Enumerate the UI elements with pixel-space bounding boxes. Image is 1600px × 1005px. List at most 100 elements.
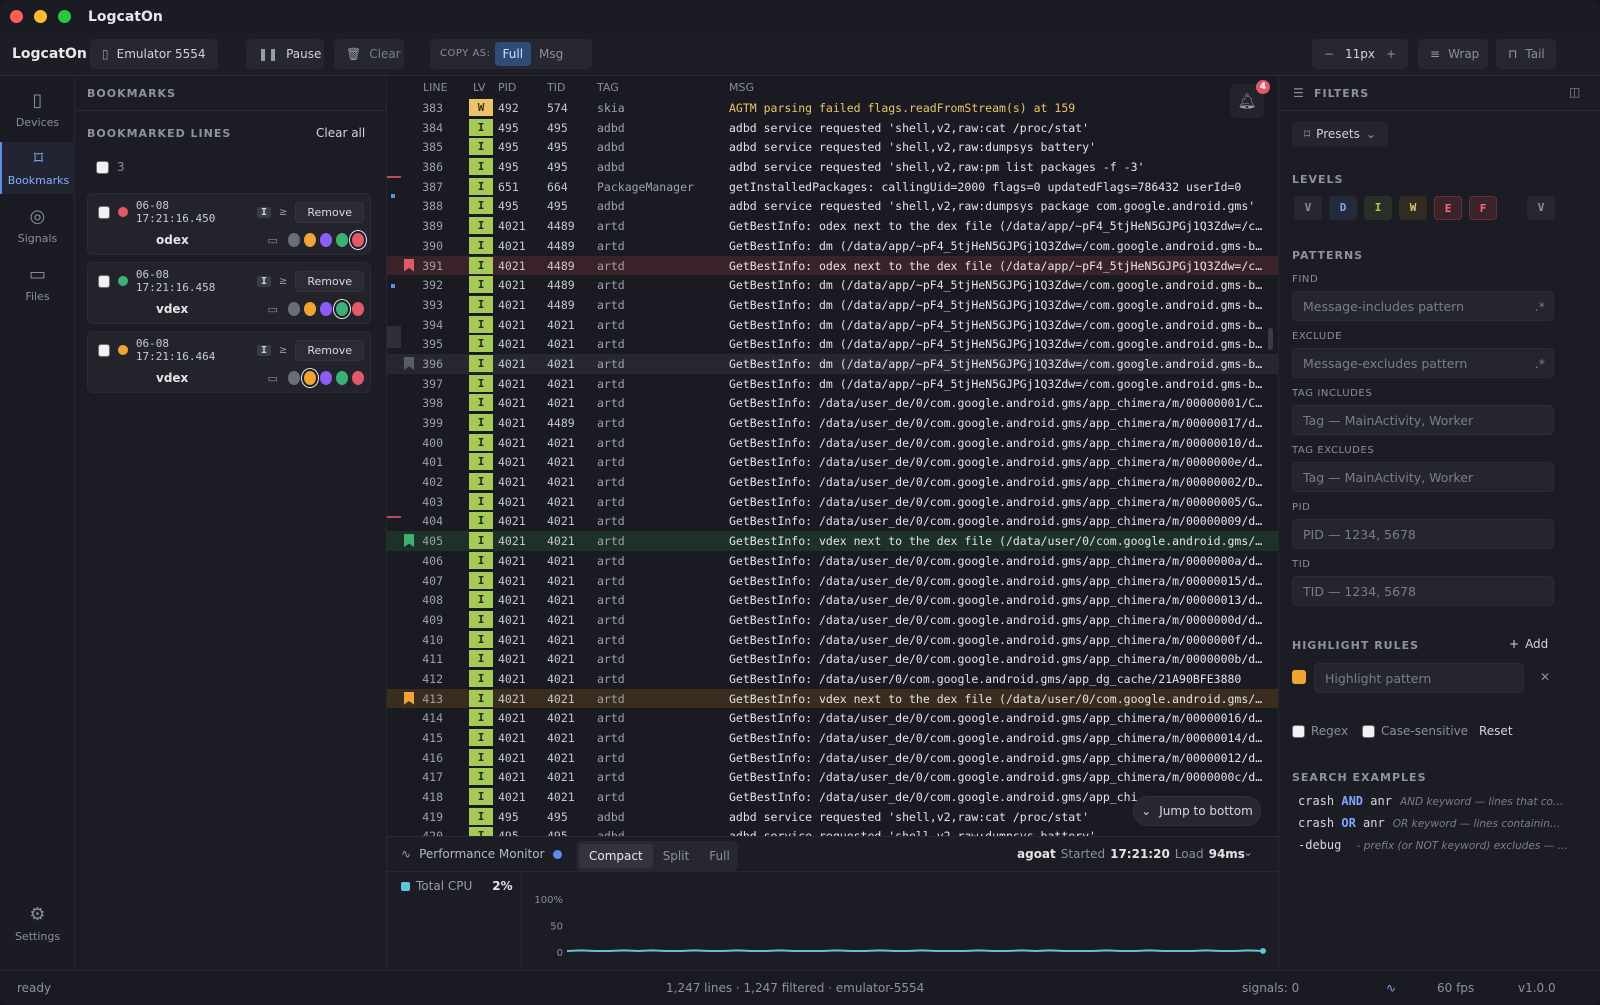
bookmark-card[interactable]: 06-08 17:21:16.450 I ≥ Remove odex ▭: [87, 193, 371, 255]
copy-msg-button[interactable]: Msg: [531, 42, 571, 66]
log-row[interactable]: 402 I 4021 4021 artd GetBestInfo: /data/…: [387, 472, 1278, 492]
close-window-button[interactable]: [10, 10, 23, 23]
remove-bookmark-button[interactable]: Remove: [295, 339, 364, 361]
log-row[interactable]: 417 I 4021 4021 artd GetBestInfo: /data/…: [387, 767, 1278, 787]
mode-split[interactable]: Split: [653, 844, 700, 868]
color-swatch[interactable]: [319, 233, 332, 247]
bookmark-card[interactable]: 06-08 17:21:16.464 I ≥ Remove vdex ▭: [87, 331, 371, 393]
color-swatch[interactable]: [335, 371, 348, 385]
comment-icon[interactable]: ▭: [268, 234, 278, 247]
zoom-window-button[interactable]: [58, 10, 71, 23]
log-row[interactable]: 407 I 4021 4021 artd GetBestInfo: /data/…: [387, 571, 1278, 591]
log-row[interactable]: 401 I 4021 4021 artd GetBestInfo: /data/…: [387, 452, 1278, 472]
verbose-toggle[interactable]: V: [1527, 196, 1555, 220]
highlight-pattern-input[interactable]: Highlight pattern: [1314, 663, 1524, 693]
color-swatch[interactable]: [287, 371, 300, 385]
regex-icon[interactable]: .*: [1535, 299, 1545, 314]
log-row[interactable]: 395 I 4021 4021 artd GetBestInfo: dm (/d…: [387, 334, 1278, 354]
col-msg[interactable]: MSG: [729, 81, 754, 94]
log-row[interactable]: 408 I 4021 4021 artd GetBestInfo: /data/…: [387, 590, 1278, 610]
pause-button[interactable]: ❚❚ Pause: [246, 39, 324, 69]
color-swatch[interactable]: [335, 302, 348, 316]
remove-bookmark-button[interactable]: Remove: [295, 201, 364, 223]
col-tag[interactable]: TAG: [597, 81, 619, 94]
find-input[interactable]: Message-includes pattern .*: [1292, 291, 1554, 321]
log-row[interactable]: 398 I 4021 4021 artd GetBestInfo: /data/…: [387, 393, 1278, 413]
regex-checkbox[interactable]: [1292, 724, 1305, 738]
minimap-viewport[interactable]: [387, 326, 401, 348]
remove-rule-icon[interactable]: ✕: [1540, 670, 1550, 684]
reset-button[interactable]: Reset: [1479, 724, 1513, 738]
col-line[interactable]: LINE: [423, 81, 448, 94]
log-row[interactable]: 409 I 4021 4021 artd GetBestInfo: /data/…: [387, 610, 1278, 630]
log-row[interactable]: 397 I 4021 4021 artd GetBestInfo: dm (/d…: [387, 374, 1278, 394]
rail-item-signals[interactable]: ◎ Signals: [0, 200, 75, 252]
log-row[interactable]: 396 I 4021 4021 artd GetBestInfo: dm (/d…: [387, 353, 1278, 374]
log-row[interactable]: 410 I 4021 4021 artd GetBestInfo: /data/…: [387, 630, 1278, 650]
case-sensitive-checkbox[interactable]: [1362, 724, 1375, 738]
log-row[interactable]: 384 I 495 495 adbd adbd service requeste…: [387, 118, 1278, 138]
remove-bookmark-button[interactable]: Remove: [295, 270, 364, 292]
log-row[interactable]: 391 I 4021 4489 artd GetBestInfo: odex n…: [387, 255, 1278, 276]
color-swatch[interactable]: [303, 233, 316, 247]
log-row[interactable]: 420 I 495 495 adbd adbd service requeste…: [387, 826, 1278, 836]
add-rule-button[interactable]: + Add: [1509, 637, 1548, 651]
comment-icon[interactable]: ▭: [268, 372, 278, 385]
regex-icon[interactable]: .*: [1535, 356, 1545, 371]
comment-icon[interactable]: ▭: [268, 303, 278, 316]
rail-item-devices[interactable]: ▯ Devices: [0, 84, 75, 136]
level-f-toggle[interactable]: F: [1469, 196, 1497, 220]
collapse-panel-icon[interactable]: ◫: [1569, 85, 1580, 99]
level-i-toggle[interactable]: I: [1364, 196, 1392, 220]
log-row[interactable]: 386 I 495 495 adbd adbd service requeste…: [387, 157, 1278, 177]
pid-input[interactable]: PID — 1234, 5678: [1292, 519, 1554, 549]
collapse-chevron-icon[interactable]: ⌄: [1243, 845, 1253, 859]
bookmark-card[interactable]: 06-08 17:21:16.458 I ≥ Remove vdex ▭: [87, 262, 371, 324]
col-pid[interactable]: PID: [498, 81, 516, 94]
log-row[interactable]: 411 I 4021 4021 artd GetBestInfo: /data/…: [387, 649, 1278, 669]
log-row[interactable]: 412 I 4021 4021 artd GetBestInfo: /data/…: [387, 669, 1278, 689]
log-row[interactable]: 399 I 4021 4489 artd GetBestInfo: /data/…: [387, 413, 1278, 433]
level-e-toggle[interactable]: E: [1434, 196, 1462, 220]
level-d-toggle[interactable]: D: [1329, 196, 1357, 220]
select-all-checkbox[interactable]: [96, 160, 109, 174]
device-selector[interactable]: ▯ Emulator 5554: [90, 39, 218, 69]
exclude-input[interactable]: Message-excludes pattern .*: [1292, 348, 1554, 378]
log-row[interactable]: 406 I 4021 4021 artd GetBestInfo: /data/…: [387, 551, 1278, 571]
tid-input[interactable]: TID — 1234, 5678: [1292, 576, 1554, 606]
minimize-window-button[interactable]: [34, 10, 47, 23]
copy-full-button[interactable]: Full: [494, 42, 532, 66]
log-row[interactable]: 404 I 4021 4021 artd GetBestInfo: /data/…: [387, 511, 1278, 531]
tag-includes-input[interactable]: Tag — MainActivity, Worker: [1292, 405, 1554, 435]
rail-item-files[interactable]: ▭ Files: [0, 258, 75, 310]
presets-button[interactable]: ⌑ Presets ⌄: [1292, 121, 1388, 147]
increase-font-button[interactable]: +: [1382, 42, 1400, 66]
clear-all-button[interactable]: Clear all: [316, 126, 365, 140]
log-row[interactable]: 385 I 495 495 adbd adbd service requeste…: [387, 137, 1278, 157]
color-swatch[interactable]: [303, 371, 316, 385]
search-example[interactable]: -debug - prefix (or NOT keyword) exclude…: [1298, 838, 1568, 852]
log-row[interactable]: 389 I 4021 4489 artd GetBestInfo: odex n…: [387, 216, 1278, 236]
bookmark-checkbox[interactable]: [98, 274, 111, 288]
log-row[interactable]: 394 I 4021 4021 artd GetBestInfo: dm (/d…: [387, 315, 1278, 335]
color-swatch[interactable]: [319, 371, 332, 385]
log-scrollbar[interactable]: [1268, 328, 1273, 350]
mode-compact[interactable]: Compact: [579, 844, 653, 868]
color-swatch[interactable]: [303, 302, 316, 316]
tag-excludes-input[interactable]: Tag — MainActivity, Worker: [1292, 462, 1554, 492]
search-example[interactable]: crash AND anr AND keyword — lines that co…: [1298, 794, 1563, 808]
log-row[interactable]: 414 I 4021 4021 artd GetBestInfo: /data/…: [387, 708, 1278, 728]
log-row[interactable]: 383 W 492 574 skia AGTM parsing failed f…: [387, 98, 1278, 118]
log-row[interactable]: 392 I 4021 4489 artd GetBestInfo: dm (/d…: [387, 275, 1278, 295]
log-row[interactable]: 393 I 4021 4489 artd GetBestInfo: dm (/d…: [387, 295, 1278, 315]
color-swatch[interactable]: [352, 302, 365, 316]
log-row[interactable]: 388 I 495 495 adbd adbd service requeste…: [387, 196, 1278, 216]
log-row[interactable]: 415 I 4021 4021 artd GetBestInfo: /data/…: [387, 728, 1278, 748]
bookmark-checkbox[interactable]: [98, 343, 111, 357]
log-row[interactable]: 403 I 4021 4021 artd GetBestInfo: /data/…: [387, 492, 1278, 512]
log-row[interactable]: 387 I 651 664 PackageManager getInstalle…: [387, 177, 1278, 197]
color-swatch[interactable]: [335, 233, 348, 247]
search-example[interactable]: crash OR anr OR keyword — lines containin…: [1298, 816, 1560, 830]
color-swatch[interactable]: [352, 233, 365, 247]
log-row[interactable]: 416 I 4021 4021 artd GetBestInfo: /data/…: [387, 748, 1278, 768]
